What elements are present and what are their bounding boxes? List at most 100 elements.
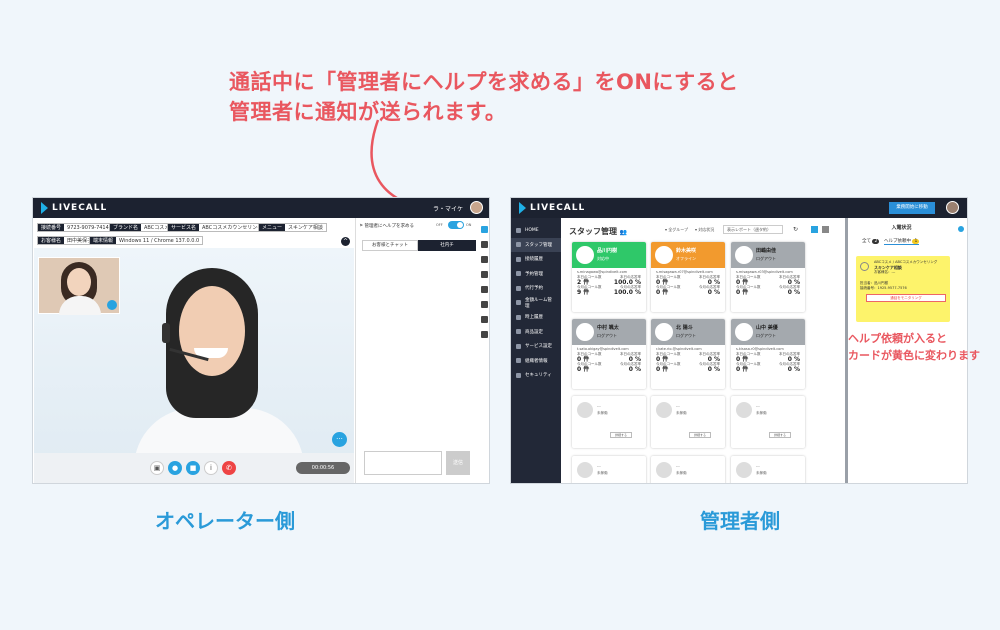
staff-card-empty[interactable]: --- 未稼働: [572, 456, 646, 483]
staff-card[interactable]: 田嶋由佳 ログアウト s.misagawa.r03@spindivelt.com 本日…: [731, 242, 805, 312]
tab-help-requests[interactable]: ヘルプ依頼中 1: [884, 238, 920, 245]
help-request-card[interactable]: ABCコスメ / ABCコスメカウンセリング スキンケア相談 お客様名：--- …: [856, 256, 950, 322]
admin-label: 管理者側: [700, 509, 780, 533]
staff-card[interactable]: 鈴木美咲 オフライン s.misagawa.r07@spindivelt.com 本日…: [651, 242, 725, 312]
lock-icon: [516, 372, 521, 378]
clipboard-icon[interactable]: [480, 271, 488, 278]
nav-organization[interactable]: 組織者情報: [511, 354, 561, 369]
more-options-button[interactable]: ···: [332, 432, 347, 447]
admin-avatar[interactable]: [946, 201, 959, 214]
staff-name: 山中 美優: [756, 325, 778, 331]
tag-menu: メニュー スキンケア相談: [258, 223, 327, 232]
staff-card-body: s.kisasa.r0@spindivelt.com 本日のコール数 本日の応答率 0…: [736, 347, 800, 373]
staff-avatar: [655, 246, 673, 264]
mic-button[interactable]: ●: [168, 461, 182, 475]
filter-group[interactable]: ▾ 全グループ: [665, 227, 688, 233]
staff-name: 中村 颯太: [597, 325, 619, 331]
nav-products[interactable]: 商品設定: [511, 325, 561, 340]
operator-avatar[interactable]: [470, 201, 483, 214]
help-toggle[interactable]: [448, 221, 464, 229]
staff-avatar: [576, 323, 594, 341]
staff-card-empty[interactable]: --- 未稼働 詳細する: [572, 396, 646, 448]
staff-card-body: s.misagawa.r07@spindivelt.com 本日のコール数 本日の応…: [656, 270, 720, 296]
hangup-button[interactable]: ✆: [222, 461, 236, 475]
share-screen-button[interactable]: ▣: [150, 461, 164, 475]
staff-status: ログアウト: [597, 333, 617, 338]
staff-card[interactable]: 品川円樹 対応中 s.minagawa@spindivelt.com 本日のコール数本…: [572, 242, 646, 312]
operator-screen: LIVECALL ラ・マイケ 接続番号 9723-9079-7414 ブランド名 A…: [32, 197, 490, 484]
staff-card-body: r.kate.rio.@spindivelt.com 本日のコール数 本日の応答率 0…: [656, 347, 720, 373]
pen-icon[interactable]: [480, 316, 488, 323]
staff-status: ログアウト: [676, 333, 696, 338]
send-button[interactable]: 送信: [446, 451, 470, 475]
staff-name: 品川円樹: [597, 248, 618, 254]
help-request-label: ⚑ 管理者にヘルプを求める: [359, 224, 414, 229]
tab-all[interactable]: 全て 2: [862, 238, 880, 244]
chat-icon[interactable]: [480, 226, 488, 233]
person-face: [179, 286, 245, 376]
nav-home[interactable]: HOME: [511, 223, 561, 238]
staff-card-empty[interactable]: --- 未稼働 詳細する: [731, 396, 805, 448]
nav-sales-history[interactable]: 時上履歴: [511, 310, 561, 325]
cart-icon[interactable]: [480, 301, 488, 308]
nav-history[interactable]: 接続履歴: [511, 252, 561, 267]
self-view-toggle-icon[interactable]: [107, 300, 117, 310]
staff-card-header: 鈴木美咲 オフライン: [651, 242, 725, 268]
refresh-icon[interactable]: ↻: [793, 226, 798, 233]
grid-view-icon[interactable]: [811, 226, 818, 233]
staff-card-header: 品川円樹 対応中: [572, 242, 646, 268]
group-icon: 👥: [619, 229, 628, 236]
toggle-off-label: OFF: [436, 223, 443, 227]
staff-card-header: 山中 美優 ログアウト: [731, 319, 805, 345]
call-status-title: 入電状況: [891, 225, 912, 231]
staff-card-empty[interactable]: --- 未稼働: [651, 456, 725, 483]
phone-status-icon[interactable]: [958, 226, 964, 232]
staff-status: 対応中: [597, 256, 609, 261]
list-view-icon[interactable]: [822, 226, 829, 233]
staff-card-body: t.sato.okigay@spindivelt.com 本日のコール数 本日の応答…: [577, 347, 641, 373]
main-video: ···: [34, 248, 354, 483]
start-work-button[interactable]: 業務開始に移動: [889, 202, 935, 214]
info-button[interactable]: i: [204, 461, 218, 475]
chat-input[interactable]: [364, 451, 442, 475]
call-control-bar: ▣ ● ■ i ✆ 00:00:56: [34, 453, 354, 483]
nav-reservations[interactable]: 予約管理: [511, 267, 561, 282]
staff-card[interactable]: 山中 美優 ログアウト s.kisasa.r0@spindivelt.com 本日のコ…: [731, 319, 805, 389]
filter-report-select[interactable]: 表示レポート（週タ約）: [723, 225, 783, 234]
tag-service: サービス名 ABCコスメカウンセリング: [167, 223, 267, 232]
nav-room[interactable]: 金額ルーム管理: [511, 296, 561, 311]
nav-staff[interactable]: スタッフ管理: [511, 237, 561, 252]
tag-device: 端末情報 Windows 11 / Chrome 137.0.0.0: [89, 236, 204, 245]
tag-customer: お客様名 田中美保子: [37, 236, 97, 245]
operator-user-name: ラ・マイケ: [432, 206, 463, 213]
monitor-call-button[interactable]: 通話をモニタリング: [866, 294, 946, 302]
staff-name: 北 陽斗: [676, 325, 693, 331]
collapse-icon[interactable]: ^: [341, 237, 350, 246]
filter-status[interactable]: ▾ 対応状況: [695, 227, 714, 233]
staff-avatar: [735, 246, 753, 264]
staff-card[interactable]: 中村 颯太ログアウト t.sato.okigay@spindivelt.com 本日…: [572, 319, 646, 389]
nav-services[interactable]: サービス設定: [511, 339, 561, 354]
staff-card-empty[interactable]: --- 未稼働: [731, 456, 805, 483]
toggle-on-label: ON: [466, 223, 472, 227]
flag-icon: ⚑: [359, 224, 364, 229]
users-icon[interactable]: [480, 256, 488, 263]
staff-card-empty[interactable]: --- 未稼働 詳細する: [651, 396, 725, 448]
tab-internal-chat[interactable]: 社内チ: [418, 240, 476, 251]
nav-proxy-reservation[interactable]: 代行予約: [511, 281, 561, 296]
nav-security[interactable]: セキュリティ: [511, 368, 561, 383]
staff-card[interactable]: 北 陽斗ログアウト r.kate.rio.@spindivelt.com 本日のコー…: [651, 319, 725, 389]
camera-button[interactable]: ■: [186, 461, 200, 475]
calendar-icon: [516, 271, 521, 277]
operator-topbar: LIVECALL ラ・マイケ: [33, 198, 489, 218]
box-icon[interactable]: [480, 331, 488, 338]
operator-logo: LIVECALL: [41, 202, 107, 214]
phone-icon[interactable]: [480, 241, 488, 248]
camera-icon[interactable]: [480, 286, 488, 293]
tab-customer-chat[interactable]: お客様とチャット: [362, 240, 418, 251]
staff-avatar: [576, 246, 594, 264]
org-icon: [516, 358, 521, 364]
staff-name: 鈴木美咲: [676, 248, 697, 254]
self-face: [67, 268, 91, 296]
page-title: スタッフ管理 👥: [569, 227, 628, 236]
